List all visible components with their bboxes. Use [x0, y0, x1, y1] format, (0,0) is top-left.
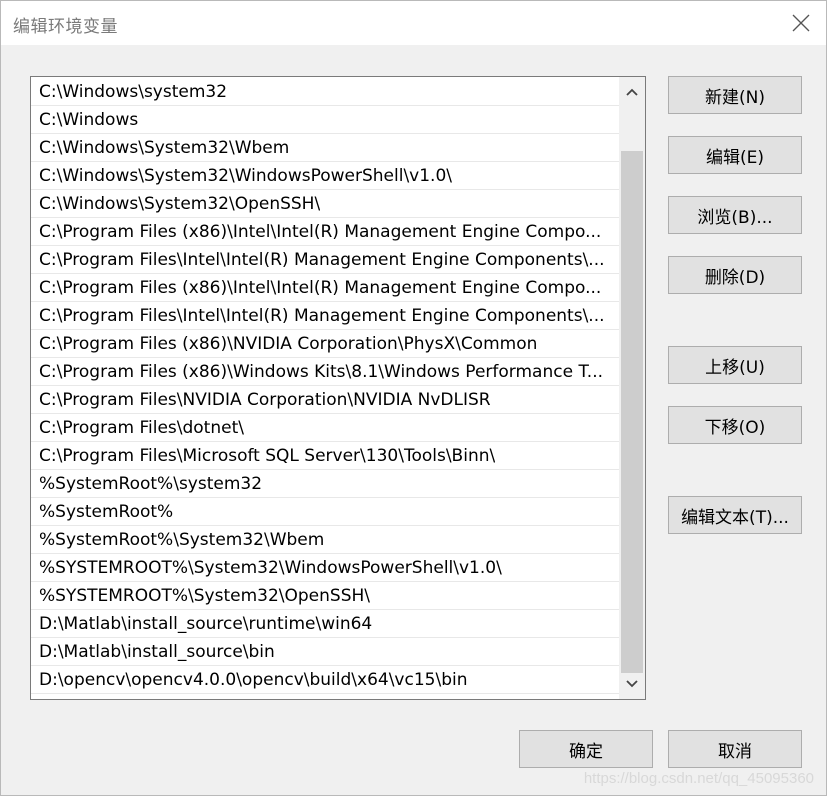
path-list-item[interactable]: D:\opencv\opencv4.0.0\opencv\build\x64\v… [31, 667, 619, 694]
move-up-button[interactable]: 上移(U) [668, 346, 802, 384]
path-list-item-text: C:\Windows\System32\WindowsPowerShell\v1… [39, 166, 452, 186]
path-list-item-text: D:\Matlab\install_source\runtime\win64 [39, 614, 373, 634]
path-list-item[interactable]: D:\Matlab\install_source\bin [31, 639, 619, 666]
path-list-item[interactable]: C:\Program Files (x86)\NVIDIA Corporatio… [31, 331, 619, 358]
path-list-item-text: C:\Windows\System32\Wbem [39, 138, 290, 158]
dialog-title: 编辑环境变量 [13, 17, 118, 37]
move-down-button[interactable]: 下移(O) [668, 406, 802, 444]
path-list-item-text: %SystemRoot%\System32\Wbem [39, 530, 325, 550]
edit-text-button[interactable]: 编辑文本(T)... [668, 496, 802, 534]
path-list-item[interactable]: %SystemRoot%\System32\Wbem [31, 527, 619, 554]
scroll-thumb[interactable] [621, 151, 643, 673]
path-list-item-text: %SystemRoot%\system32 [39, 474, 263, 494]
close-icon [792, 14, 810, 32]
browse-button[interactable]: 浏览(B)... [668, 196, 802, 234]
scroll-up-button[interactable] [619, 79, 645, 105]
path-list-item-text: C:\Program Files\NVIDIA Corporation\NVID… [39, 390, 491, 410]
ok-button[interactable]: 确定 [519, 730, 653, 768]
path-list-item[interactable]: %SystemRoot%\system32 [31, 471, 619, 498]
path-list-item[interactable]: C:\Windows\System32\OpenSSH\ [31, 191, 619, 218]
path-list-item[interactable]: C:\Program Files\Intel\Intel(R) Manageme… [31, 303, 619, 330]
path-list-item[interactable]: C:\Program Files\Microsoft SQL Server\13… [31, 443, 619, 470]
path-list-item[interactable]: D:\Matlab\install_source\runtime\win64 [31, 611, 619, 638]
path-list-item-text: C:\Program Files\Intel\Intel(R) Manageme… [39, 306, 605, 326]
path-list-item[interactable]: C:\Program Files\Intel\Intel(R) Manageme… [31, 247, 619, 274]
path-list-item-text: D:\opencv\opencv4.0.0\opencv\build\x64\v… [39, 670, 468, 690]
chevron-up-icon [626, 88, 638, 96]
vertical-scrollbar[interactable] [619, 77, 645, 699]
path-list-item-text: C:\Program Files (x86)\Intel\Intel(R) Ma… [39, 222, 602, 242]
path-list-item[interactable]: C:\Program Files (x86)\Intel\Intel(R) Ma… [31, 275, 619, 302]
path-list-item[interactable]: %SYSTEMROOT%\System32\OpenSSH\ [31, 583, 619, 610]
path-list-item-text: %SystemRoot% [39, 502, 174, 522]
path-list-item[interactable]: C:\Program Files\NVIDIA Corporation\NVID… [31, 387, 619, 414]
chevron-down-icon [626, 680, 638, 688]
path-list-item[interactable]: %SYSTEMROOT%\System32\WindowsPowerShell\… [31, 555, 619, 582]
path-list-item-text: C:\Program Files (x86)\Windows Kits\8.1\… [39, 362, 604, 382]
watermark: https://blog.csdn.net/qq_45095360 [583, 770, 814, 787]
path-list-item[interactable]: C:\Windows\system32 [31, 79, 619, 106]
path-list-item-text: C:\Windows [39, 110, 139, 130]
path-list-item[interactable]: %SystemRoot% [31, 499, 619, 526]
close-button[interactable] [784, 7, 818, 39]
cancel-button[interactable]: 取消 [668, 730, 802, 768]
scroll-down-button[interactable] [619, 671, 645, 697]
edit-button[interactable]: 编辑(E) [668, 136, 802, 174]
path-list-item-text: C:\Windows\system32 [39, 82, 228, 102]
path-list-item-text: C:\Program Files (x86)\Intel\Intel(R) Ma… [39, 278, 602, 298]
path-list-item-text: D:\Matlab\install_source\bin [39, 642, 275, 662]
path-list-item-text: C:\Windows\System32\OpenSSH\ [39, 194, 321, 214]
path-list[interactable]: C:\Windows\system32 C:\Windows C:\Windows\… [30, 76, 646, 700]
path-list-item-text: %SYSTEMROOT%\System32\WindowsPowerShell\… [39, 558, 502, 578]
path-list-item[interactable]: C:\Program Files (x86)\Intel\Intel(R) Ma… [31, 219, 619, 246]
path-list-item-text: C:\Program Files (x86)\NVIDIA Corporatio… [39, 334, 538, 354]
path-list-item-text: C:\Program Files\Microsoft SQL Server\13… [39, 446, 496, 466]
path-list-item[interactable]: C:\Windows\System32\Wbem [31, 135, 619, 162]
path-list-item-text: C:\Program Files\Intel\Intel(R) Manageme… [39, 250, 605, 270]
path-list-item[interactable]: C:\Program Files (x86)\Windows Kits\8.1\… [31, 359, 619, 386]
path-list-item[interactable]: C:\Windows [31, 107, 619, 134]
path-list-item[interactable]: C:\Program Files\dotnet\ [31, 415, 619, 442]
path-list-item[interactable]: C:\Windows\System32\WindowsPowerShell\v1… [31, 163, 619, 190]
delete-button[interactable]: 删除(D) [668, 256, 802, 294]
new-button[interactable]: 新建(N) [668, 76, 802, 114]
path-list-item-text: C:\Program Files\dotnet\ [39, 418, 244, 438]
edit-env-variable-dialog: 编辑环境变量 C:\Windows\system32 C:\Windows C:\W… [0, 0, 827, 796]
path-list-item-text: %SYSTEMROOT%\System32\OpenSSH\ [39, 586, 371, 606]
title-bar: 编辑环境变量 [1, 1, 826, 45]
